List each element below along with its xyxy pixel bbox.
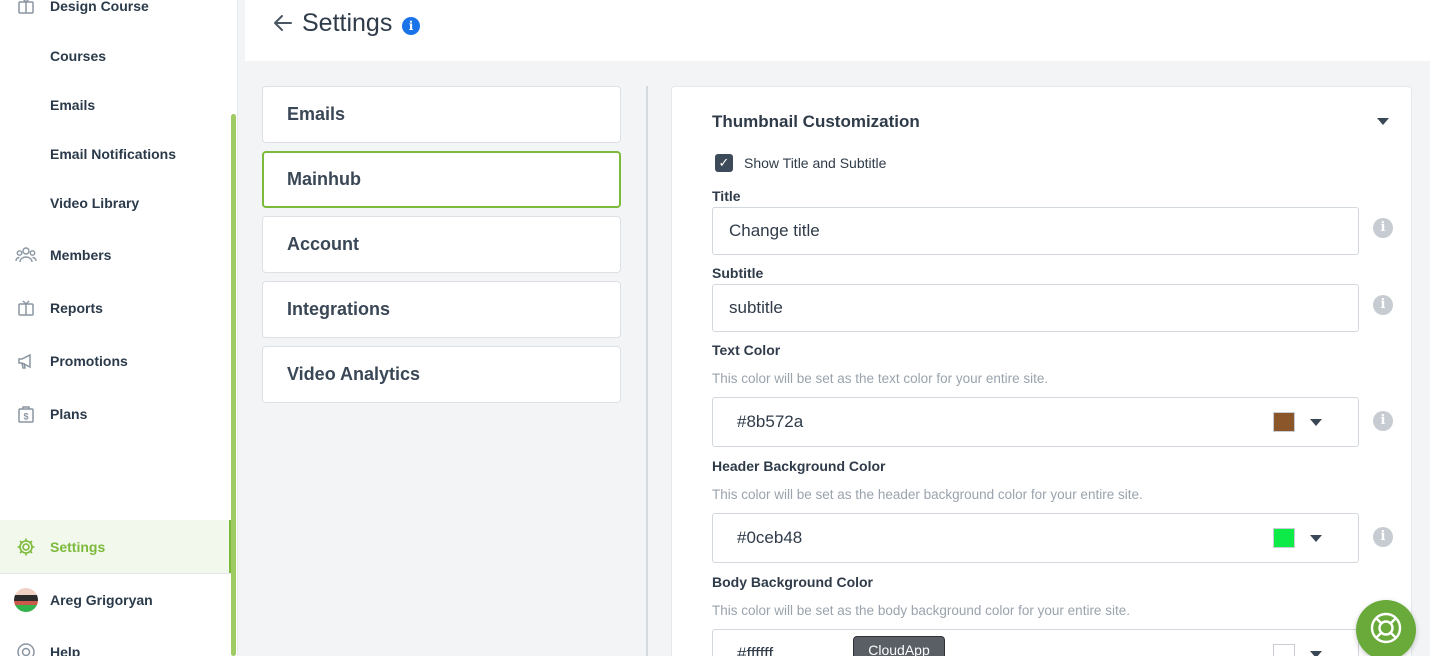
text-color-label: Text Color	[712, 342, 781, 358]
cloudapp-tooltip: CloudApp	[853, 636, 945, 656]
avatar	[14, 588, 38, 612]
show-title-checkbox[interactable]: ✓	[715, 154, 733, 172]
text-color-picker[interactable]: #8b572a	[712, 397, 1359, 447]
tab-label: Emails	[287, 104, 346, 124]
sidebar-subitem-courses[interactable]: Courses	[0, 46, 231, 66]
header-bg-color-label: Header Background Color	[712, 458, 886, 474]
sidebar-item-design-course[interactable]: Design Course	[0, 0, 231, 16]
users-icon	[15, 244, 37, 266]
subtitle-label: Subtitle	[712, 265, 764, 281]
subtitle-input[interactable]	[712, 284, 1359, 332]
sidebar-subitem-email-notifications[interactable]: Email Notifications	[0, 144, 231, 164]
gear-icon	[15, 536, 37, 558]
tab-mainhub[interactable]: Mainhub	[262, 151, 621, 208]
color-swatch	[1273, 412, 1295, 432]
tab-label: Mainhub	[287, 169, 361, 189]
tab-account[interactable]: Account	[262, 216, 621, 273]
collapse-caret-icon[interactable]	[1377, 118, 1389, 125]
book-icon	[15, 0, 37, 17]
color-swatch	[1273, 644, 1295, 656]
checkbox-label: Show Title and Subtitle	[744, 155, 887, 171]
sidebar: Design Course Courses Emails Email Notif…	[0, 0, 238, 656]
info-icon[interactable]: i	[1373, 527, 1393, 547]
lifebuoy-icon	[1368, 610, 1404, 651]
color-value: #ffffff	[737, 644, 774, 656]
tab-label: Integrations	[287, 299, 391, 319]
sidebar-item-help[interactable]: Help	[0, 640, 231, 656]
user-name: Areg Grigoryan	[50, 592, 153, 608]
sidebar-user[interactable]: Areg Grigoryan	[0, 588, 231, 612]
section-title: Thumbnail Customization	[712, 112, 920, 131]
lifebuoy-icon	[15, 641, 37, 656]
tab-label: Video Analytics	[287, 364, 421, 384]
column-divider	[646, 86, 648, 656]
info-icon[interactable]: i	[402, 17, 420, 35]
sidebar-label: Emails	[50, 97, 96, 113]
sidebar-label: Video Library	[50, 195, 140, 211]
sidebar-label: Design Course	[50, 0, 149, 14]
title-label: Title	[712, 188, 741, 204]
sidebar-label: Members	[50, 247, 112, 263]
sidebar-label: Settings	[50, 538, 106, 555]
sidebar-item-members[interactable]: Members	[0, 243, 231, 267]
color-value: #0ceb48	[737, 528, 803, 547]
info-icon[interactable]: i	[1373, 218, 1393, 238]
title-input[interactable]	[712, 207, 1359, 255]
sidebar-subitem-emails[interactable]: Emails	[0, 95, 231, 115]
sidebar-label: Courses	[50, 48, 107, 64]
sidebar-subitem-video-library[interactable]: Video Library	[0, 193, 231, 213]
sidebar-scrollbar[interactable]	[231, 114, 236, 656]
info-icon[interactable]: i	[1373, 411, 1393, 431]
thumbnail-customization-panel: Thumbnail Customization ✓ Show Title and…	[671, 86, 1412, 656]
chevron-down-icon[interactable]	[1310, 651, 1322, 656]
body-bg-color-help: This color will be set as the body backg…	[712, 603, 1130, 618]
page-title: Settings	[302, 9, 393, 37]
color-swatch	[1273, 528, 1295, 548]
tab-emails[interactable]: Emails	[262, 86, 621, 143]
body-bg-color-picker[interactable]: #ffffff	[712, 629, 1359, 656]
body-bg-color-label: Body Background Color	[712, 574, 874, 590]
sidebar-label: Email Notifications	[50, 146, 177, 162]
megaphone-icon	[15, 350, 37, 372]
sidebar-item-reports[interactable]: Reports	[0, 296, 231, 320]
sidebar-label: Reports	[50, 300, 103, 316]
arrow-left-icon[interactable]	[272, 12, 294, 34]
svg-text:$: $	[23, 412, 28, 422]
help-fab-button[interactable]	[1356, 600, 1416, 656]
info-icon[interactable]: i	[1373, 295, 1393, 315]
sidebar-label: Help	[50, 644, 81, 656]
sidebar-label: Plans	[50, 406, 88, 422]
tab-label: Account	[287, 234, 359, 254]
text-color-help: This color will be set as the text color…	[712, 371, 1049, 386]
chevron-down-icon[interactable]	[1310, 535, 1322, 542]
tab-integrations[interactable]: Integrations	[262, 281, 621, 338]
sidebar-item-plans[interactable]: $ Plans	[0, 402, 231, 426]
sidebar-item-settings[interactable]: Settings	[0, 520, 231, 573]
book-icon	[15, 297, 37, 319]
color-value: #8b572a	[737, 412, 804, 431]
header-bg-color-help: This color will be set as the header bac…	[712, 487, 1143, 502]
sidebar-label: Promotions	[50, 353, 128, 369]
tab-video-analytics[interactable]: Video Analytics	[262, 346, 621, 403]
chevron-down-icon[interactable]	[1310, 419, 1322, 426]
page-header: Settings i	[245, 0, 1430, 61]
sidebar-divider	[0, 573, 231, 574]
dollar-box-icon: $	[15, 403, 37, 425]
header-bg-color-picker[interactable]: #0ceb48	[712, 513, 1359, 563]
sidebar-item-promotions[interactable]: Promotions	[0, 349, 231, 373]
